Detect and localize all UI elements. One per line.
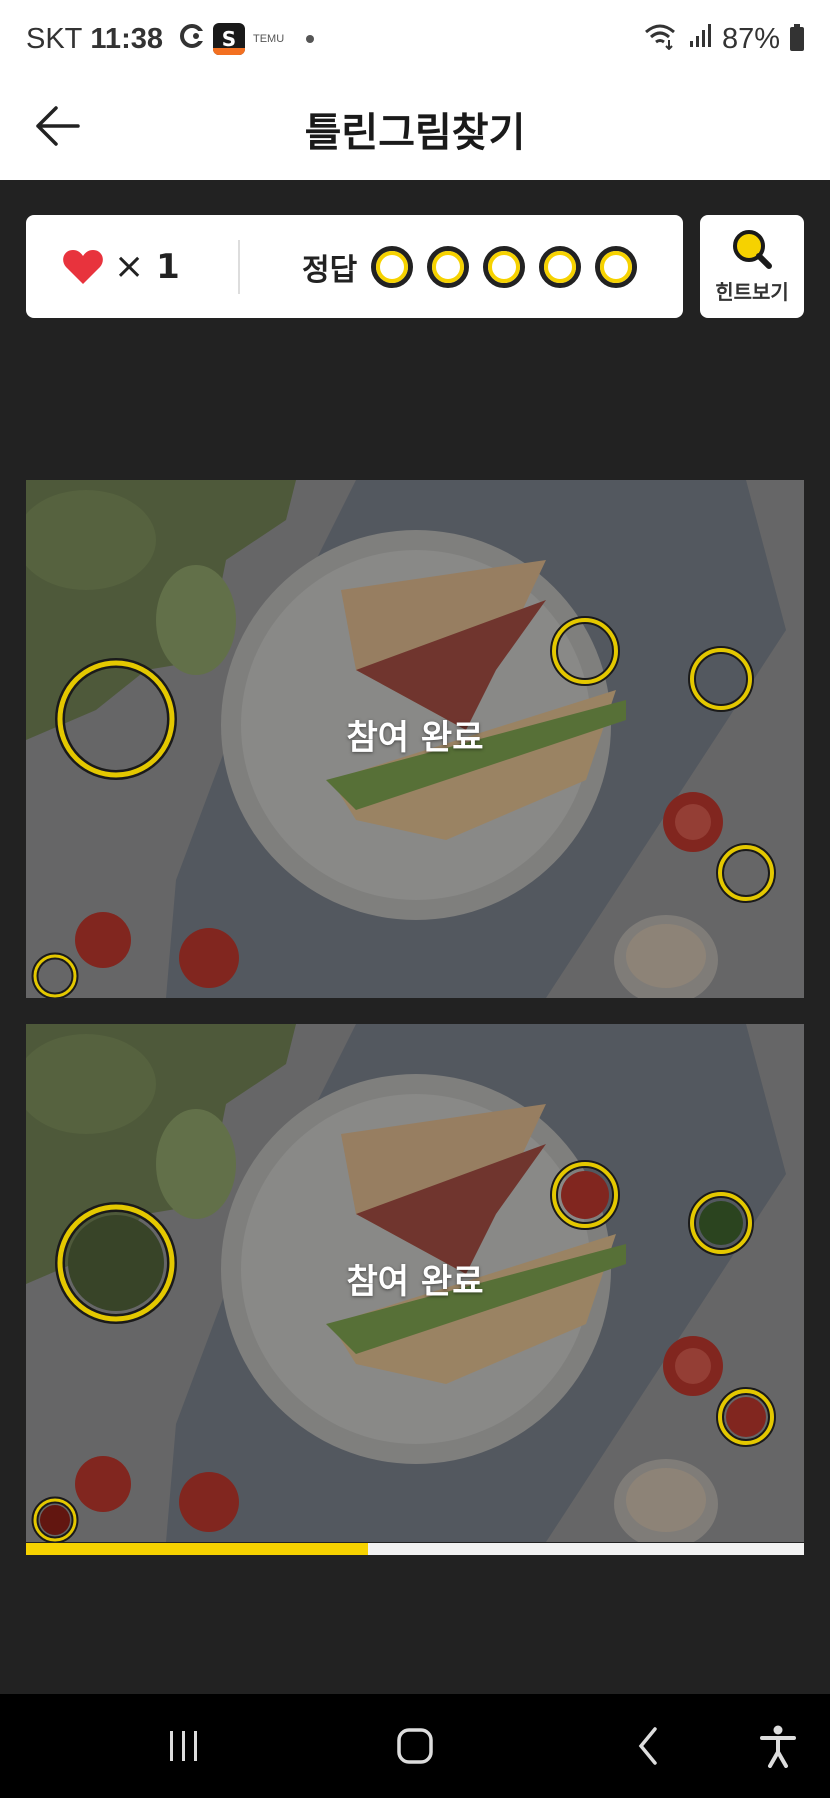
home-icon (397, 1728, 433, 1764)
notification-dot-icon (306, 35, 315, 43)
hint-label: 힌트보기 (715, 280, 789, 304)
recents-icon (170, 1731, 197, 1761)
home-button[interactable] (389, 1720, 441, 1772)
status-right: 87% (642, 22, 804, 57)
arrow-left-icon (36, 106, 80, 146)
multiply-icon: × (114, 246, 145, 287)
lives-count: 1 (156, 246, 180, 287)
back-button[interactable] (28, 96, 88, 156)
signal-icon (688, 23, 712, 56)
puzzle-image-top[interactable]: 참여 완료 (26, 480, 804, 998)
battery-percent: 87% (721, 22, 780, 55)
answer-slot-circle-icon (539, 245, 582, 288)
status-left: SKT 11:38 S TEMU (26, 22, 315, 56)
hint-button[interactable]: 힌트보기 (700, 215, 804, 318)
lives-counter: × 1 (26, 246, 238, 287)
accessibility-button[interactable] (752, 1720, 804, 1772)
back-icon (638, 1727, 657, 1765)
temu-label: TEMU (252, 32, 285, 45)
wifi-icon (642, 22, 678, 57)
carrier-label: SKT (26, 22, 83, 55)
app-s-icon: S (212, 23, 245, 55)
battery-icon (790, 24, 804, 51)
status-time: 11:38 (90, 22, 163, 55)
recents-button[interactable] (158, 1720, 210, 1772)
answer-slot-circle-icon (483, 245, 526, 288)
puzzle-image-bottom[interactable]: 참여 완료 (26, 1024, 804, 1542)
status-bar: SKT 11:38 S TEMU 87% (0, 0, 830, 78)
score-card: × 1 정답 (26, 215, 683, 318)
app-header: 틀린그림찾기 (0, 78, 830, 180)
answer-slot-circle-icon (371, 245, 414, 288)
answer-slot-circle-icon (595, 245, 638, 288)
accessibility-icon (760, 1725, 796, 1768)
timer-progress-fill (26, 1543, 369, 1555)
system-nav-bar (0, 1694, 830, 1798)
cast-icon (179, 23, 205, 56)
participation-complete-label: 참여 완료 (346, 1262, 484, 1302)
heart-icon (63, 249, 103, 284)
score-divider (238, 239, 240, 294)
participation-complete-label: 참여 완료 (346, 718, 484, 758)
answer-slot-circle-icon (427, 245, 470, 288)
magnifier-icon (733, 230, 772, 269)
answers-tracker: 정답 (302, 245, 651, 289)
answers-label: 정답 (302, 252, 358, 288)
nav-back-button[interactable] (622, 1720, 674, 1772)
timer-progress-bar (26, 1543, 804, 1555)
page-title: 틀린그림찾기 (304, 110, 526, 156)
